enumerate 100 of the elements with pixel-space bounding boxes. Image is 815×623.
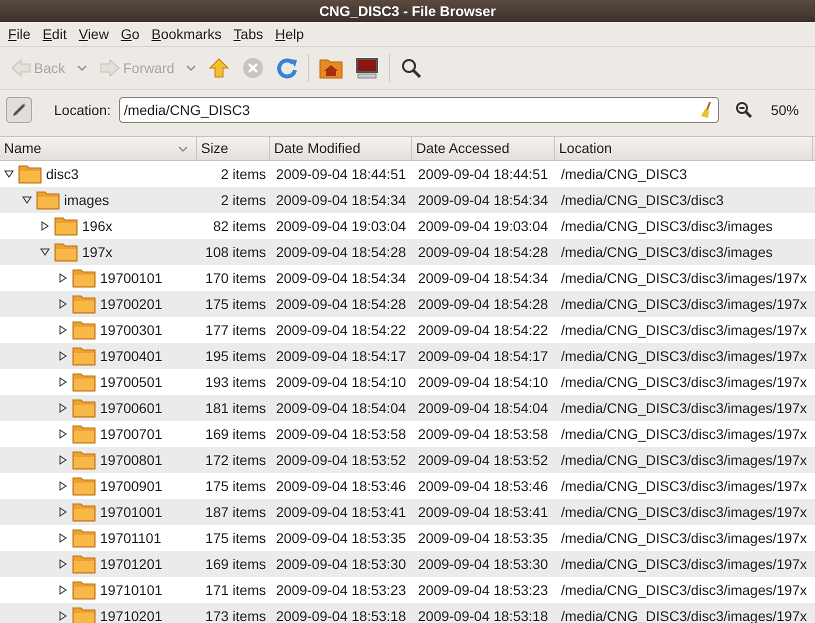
zoom-level: 50%	[770, 100, 799, 120]
menu-item[interactable]: View	[72, 24, 115, 44]
file-name[interactable]: 19701001	[100, 502, 162, 522]
collapsed-arrow-icon[interactable]	[58, 559, 68, 569]
folder-icon	[72, 450, 96, 470]
collapsed-arrow-icon[interactable]	[58, 351, 68, 361]
size-cell: 2 items	[220, 166, 266, 182]
caret-icon	[178, 146, 188, 152]
size-cell: 171 items	[205, 582, 266, 598]
caret-icon	[186, 65, 196, 71]
date-accessed-cell: 2009-09-04 18:54:22	[418, 322, 548, 338]
collapsed-arrow-icon[interactable]	[58, 455, 68, 465]
collapsed-arrow-icon[interactable]	[58, 273, 68, 283]
file-name[interactable]: 197x	[82, 242, 112, 262]
file-name[interactable]: 19700401	[100, 346, 162, 366]
location-field[interactable]: /media/CNG_DISC3	[118, 97, 719, 123]
size-cell: 2 items	[220, 192, 266, 208]
collapsed-arrow-icon[interactable]	[58, 403, 68, 413]
date-accessed-cell: 2009-09-04 18:54:28	[418, 244, 548, 260]
folder-icon	[72, 606, 96, 623]
menu-item[interactable]: Help	[269, 24, 310, 44]
date-modified-cell: 2009-09-04 19:03:04	[276, 218, 406, 234]
file-name[interactable]: 19700901	[100, 476, 162, 496]
size-cell: 108 items	[205, 244, 266, 260]
collapsed-arrow-icon[interactable]	[58, 429, 68, 439]
file-name[interactable]: 196x	[82, 216, 112, 236]
date-modified-cell: 2009-09-04 18:54:34	[276, 270, 406, 286]
collapsed-arrow-icon[interactable]	[58, 611, 68, 621]
location-cell: /media/CNG_DISC3	[561, 166, 688, 182]
folder-icon	[72, 268, 96, 288]
date-accessed-cell: 2009-09-04 18:54:10	[418, 374, 548, 390]
date-accessed-cell: 2009-09-04 19:03:04	[418, 218, 548, 234]
broom-icon[interactable]	[700, 101, 714, 119]
folder-icon	[72, 320, 96, 340]
menu-item[interactable]: File	[2, 24, 37, 44]
file-name[interactable]: 19700501	[100, 372, 162, 392]
date-accessed-cell: 2009-09-04 18:53:23	[418, 582, 548, 598]
date-accessed-cell: 2009-09-04 18:54:34	[418, 192, 548, 208]
file-name[interactable]: disc3	[46, 164, 79, 184]
location-cell: /media/CNG_DISC3/disc3	[561, 192, 724, 208]
date-accessed-cell: 2009-09-04 18:53:46	[418, 478, 548, 494]
location-cell: /media/CNG_DISC3/disc3/images/197x	[561, 322, 807, 338]
file-name[interactable]: 19700801	[100, 450, 162, 470]
menu-item[interactable]: Edit	[36, 24, 73, 44]
menu-item[interactable]: Go	[114, 24, 146, 44]
location-cell: /media/CNG_DISC3/disc3/images/197x	[561, 348, 807, 364]
collapsed-arrow-icon[interactable]	[58, 585, 68, 595]
date-modified-cell: 2009-09-04 18:44:51	[276, 166, 406, 182]
file-name[interactable]: 19700701	[100, 424, 162, 444]
date-modified-cell: 2009-09-04 18:53:35	[276, 530, 406, 546]
collapsed-arrow-icon[interactable]	[58, 299, 68, 309]
window-title: CNG_DISC3 - File Browser	[319, 2, 496, 20]
location-cell: /media/CNG_DISC3/disc3/images/197x	[561, 504, 807, 520]
date-accessed-cell: 2009-09-04 18:53:41	[418, 504, 548, 520]
date-modified-cell: 2009-09-04 18:53:30	[276, 556, 406, 572]
file-name[interactable]: 19700201	[100, 294, 162, 314]
size-cell: 181 items	[205, 400, 266, 416]
file-name[interactable]: 19710201	[100, 606, 162, 623]
date-modified-cell: 2009-09-04 18:54:22	[276, 322, 406, 338]
folder-icon	[54, 216, 78, 236]
column-header[interactable]: Location	[555, 137, 813, 160]
expanded-arrow-icon[interactable]	[4, 169, 14, 179]
expanded-arrow-icon[interactable]	[40, 247, 50, 257]
folder-icon	[18, 164, 42, 184]
column-header[interactable]: Date Accessed	[412, 137, 555, 160]
folder-icon	[72, 424, 96, 444]
menu-item[interactable]: Tabs	[228, 24, 270, 44]
file-name[interactable]: 19701101	[100, 528, 162, 548]
location-cell: /media/CNG_DISC3/disc3/images/197x	[561, 374, 807, 390]
size-cell: 169 items	[205, 556, 266, 572]
column-header[interactable]: Size	[197, 137, 270, 160]
file-name[interactable]: 19701201	[100, 554, 162, 574]
collapsed-arrow-icon[interactable]	[58, 325, 68, 335]
file-name[interactable]: 19700601	[100, 398, 162, 418]
collapsed-arrow-icon[interactable]	[58, 481, 68, 491]
file-name[interactable]: 19700101	[100, 268, 162, 288]
date-modified-cell: 2009-09-04 18:53:46	[276, 478, 406, 494]
location-cell: /media/CNG_DISC3/disc3/images/197x	[561, 296, 807, 312]
file-name[interactable]: 19700301	[100, 320, 162, 340]
location-cell: /media/CNG_DISC3/disc3/images	[561, 244, 773, 260]
date-accessed-cell: 2009-09-04 18:44:51	[418, 166, 548, 182]
expanded-arrow-icon[interactable]	[22, 195, 32, 205]
size-cell: 175 items	[205, 478, 266, 494]
collapsed-arrow-icon[interactable]	[58, 377, 68, 387]
collapsed-arrow-icon[interactable]	[40, 221, 50, 231]
location-cell: /media/CNG_DISC3/disc3/images	[561, 218, 773, 234]
file-name[interactable]: images	[64, 190, 110, 210]
menu-item[interactable]: Bookmarks	[146, 24, 228, 44]
edit-location-button[interactable]	[6, 97, 32, 123]
collapsed-arrow-icon[interactable]	[58, 533, 68, 543]
column-header[interactable]: Name	[0, 137, 197, 160]
collapsed-arrow-icon[interactable]	[58, 507, 68, 517]
column-header[interactable]: Date Modified	[270, 137, 412, 160]
size-cell: 195 items	[205, 348, 266, 364]
folder-icon	[72, 398, 96, 418]
zoom-out-icon[interactable]	[734, 101, 753, 119]
date-modified-cell: 2009-09-04 18:53:41	[276, 504, 406, 520]
location-cell: /media/CNG_DISC3/disc3/images/197x	[561, 582, 807, 598]
file-name[interactable]: 19710101	[100, 580, 162, 600]
folder-icon	[72, 372, 96, 392]
